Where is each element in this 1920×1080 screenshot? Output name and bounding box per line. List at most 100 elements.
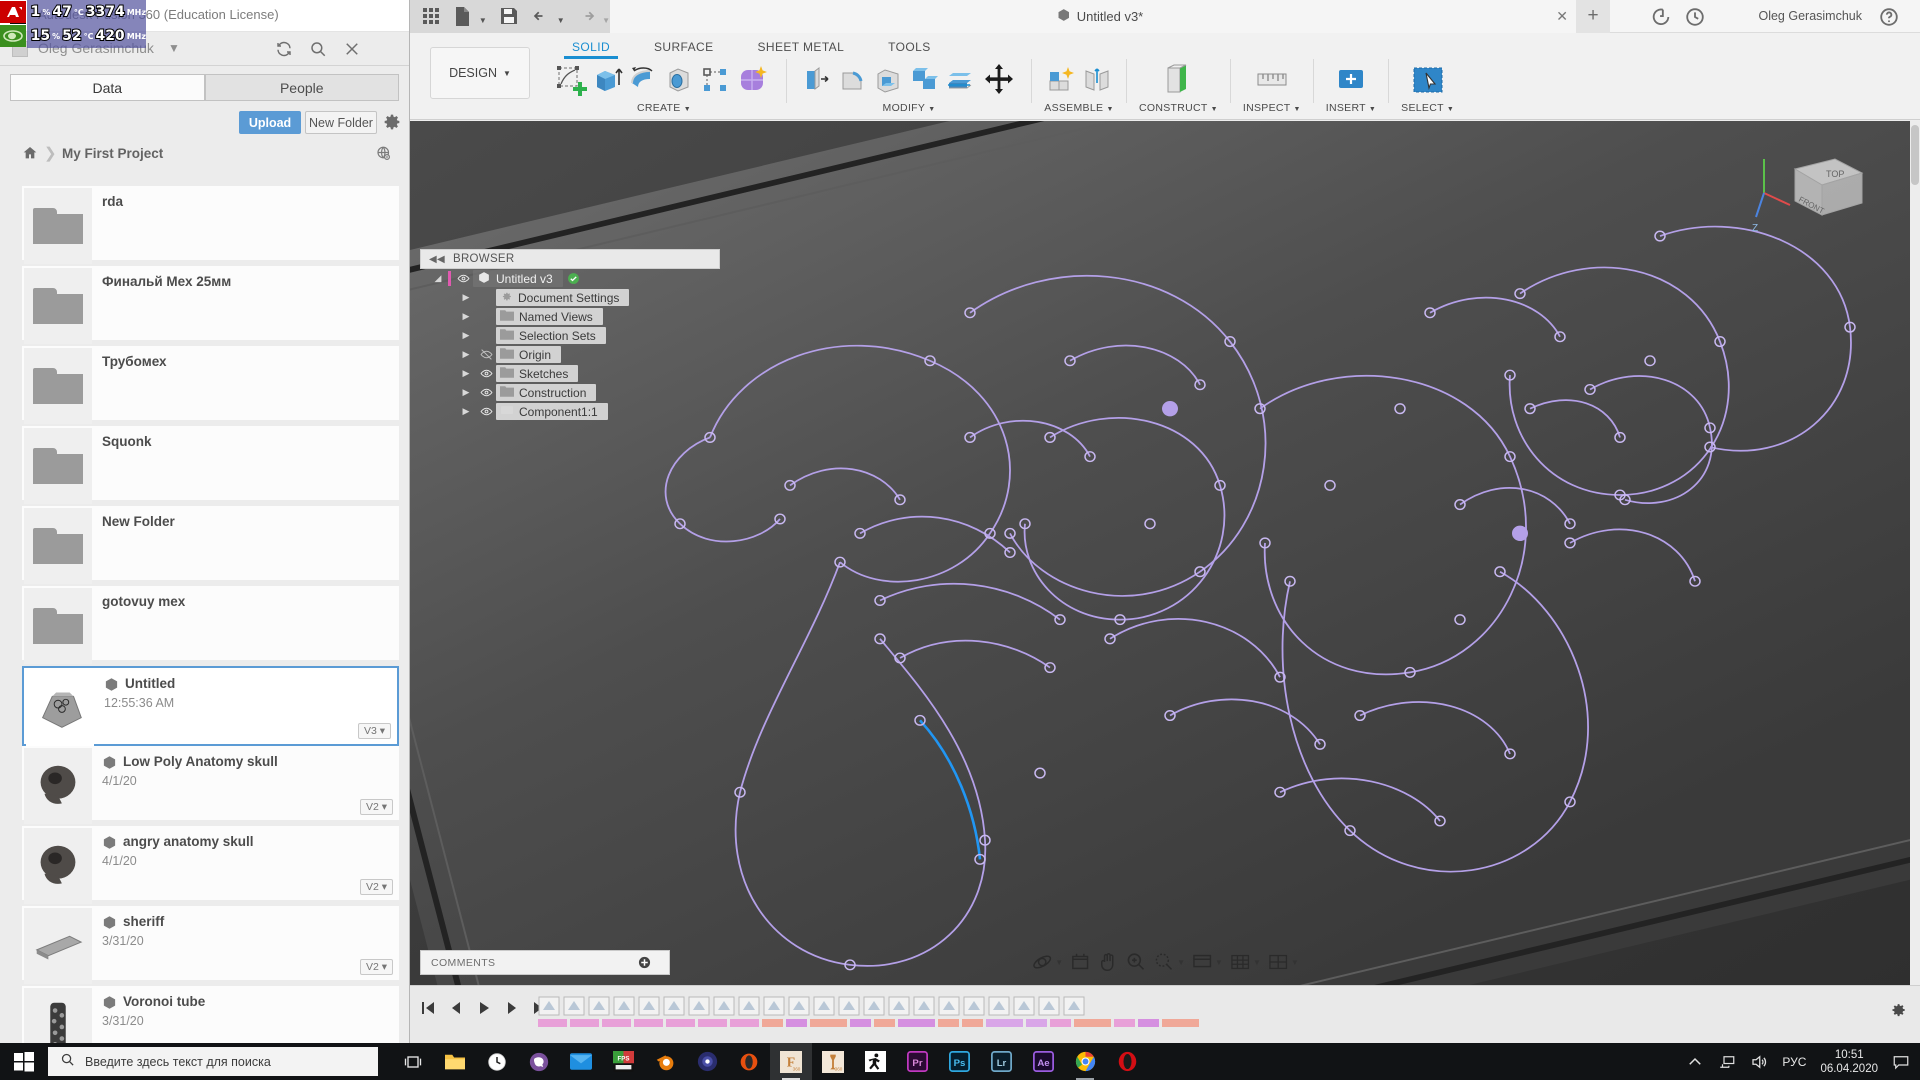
data-panel-file-list[interactable]: rda Финальй Мех 25мм Трубомех Squonk New Fol… xyxy=(22,186,399,1043)
timeline-segment[interactable] xyxy=(786,1019,807,1027)
design-list-item[interactable]: angry anatomy skull 4/1/20 V2 ▾ xyxy=(22,826,399,906)
zoom-window-icon[interactable] xyxy=(1153,951,1175,973)
ribbon-group-label-insert[interactable]: INSERT ▼ xyxy=(1326,102,1376,114)
lightroom-icon[interactable]: Lr xyxy=(980,1043,1022,1080)
insert-mcmaster-icon[interactable] xyxy=(1331,60,1371,100)
folder-list-item[interactable]: Трубомех xyxy=(22,346,399,426)
viewports-dropdown-caret-icon[interactable]: ▼ xyxy=(1291,958,1299,967)
grid-dropdown-caret-icon[interactable]: ▼ xyxy=(1253,958,1261,967)
version-badge[interactable]: V2 ▾ xyxy=(359,879,393,895)
timeline-segment[interactable] xyxy=(874,1019,895,1027)
play-icon[interactable] xyxy=(476,1000,492,1016)
timeline-segment[interactable] xyxy=(602,1019,631,1027)
timeline-segment[interactable] xyxy=(730,1019,759,1027)
new-component-icon[interactable] xyxy=(1044,63,1078,97)
meshmixer-icon[interactable]: 360 xyxy=(812,1043,854,1080)
new-file-dropdown-caret-icon[interactable]: ▼ xyxy=(479,16,487,25)
browser-node-label[interactable]: Origin xyxy=(496,346,562,363)
display-settings-icon[interactable] xyxy=(1191,951,1213,973)
browser-node-label[interactable]: Component1:1 xyxy=(496,403,608,420)
breadcrumb-current[interactable]: My First Project xyxy=(62,146,163,161)
timeline-segment[interactable] xyxy=(850,1019,871,1027)
zoom-dropdown-caret-icon[interactable]: ▼ xyxy=(1177,958,1185,967)
timeline-feature-node[interactable] xyxy=(863,996,885,1016)
skip-start-icon[interactable] xyxy=(420,1000,436,1016)
timeline-segment[interactable] xyxy=(1074,1019,1111,1027)
new-folder-button[interactable]: New Folder xyxy=(305,111,377,134)
clock[interactable]: 10:51 06.04.2020 xyxy=(1820,1048,1878,1076)
undo-icon[interactable] xyxy=(532,7,551,27)
expand-collapse-icon[interactable]: ◢ xyxy=(428,273,448,284)
ribbon-group-label-select[interactable]: SELECT ▼ xyxy=(1401,102,1454,114)
design-list-item[interactable]: Untitled 12:55:36 AM V3 ▾ xyxy=(22,666,399,746)
split-face-icon[interactable] xyxy=(943,63,977,97)
ribbon-tab-sheet-metal[interactable]: SHEET METAL xyxy=(736,37,867,58)
timeline-feature-node[interactable] xyxy=(538,996,560,1016)
timeline-feature-node[interactable] xyxy=(813,996,835,1016)
measure-icon[interactable] xyxy=(1252,60,1292,100)
design-list-item[interactable]: Low Poly Anatomy skull 4/1/20 V2 ▾ xyxy=(22,746,399,826)
orbit-dropdown-caret-icon[interactable]: ▼ xyxy=(1055,958,1063,967)
timeline-feature-node[interactable] xyxy=(963,996,985,1016)
timeline-feature-node[interactable] xyxy=(588,996,610,1016)
timeline-feature-node[interactable] xyxy=(663,996,685,1016)
timeline-segment[interactable] xyxy=(810,1019,847,1027)
timeline-segment[interactable] xyxy=(570,1019,599,1027)
timeline-feature-node[interactable] xyxy=(938,996,960,1016)
timeline-segment[interactable] xyxy=(1138,1019,1159,1027)
version-badge[interactable]: V2 ▾ xyxy=(359,799,393,815)
tab-data[interactable]: Data xyxy=(10,74,205,101)
folder-list-item[interactable]: rda xyxy=(22,186,399,266)
timeline-feature-node[interactable] xyxy=(888,996,910,1016)
folder-list-item[interactable]: gotovuy mex xyxy=(22,586,399,666)
folder-list-item[interactable]: Финальй Мех 25мм xyxy=(22,266,399,346)
expand-arrow-icon[interactable]: ▶ xyxy=(456,292,476,303)
eye-icon[interactable] xyxy=(476,367,496,380)
search-icon[interactable] xyxy=(307,38,329,60)
timeline-feature-node[interactable] xyxy=(1063,996,1085,1016)
create-sketch-icon[interactable] xyxy=(554,63,588,97)
help-icon[interactable] xyxy=(1878,6,1900,28)
browser-node-label[interactable]: Sketches xyxy=(496,365,579,382)
globe-icon[interactable] xyxy=(375,145,393,168)
comments-panel[interactable]: COMMENTS xyxy=(420,950,670,975)
check-icon[interactable] xyxy=(567,272,580,285)
browser-node-label[interactable]: Untitled v3 xyxy=(473,270,563,287)
viewport-3d[interactable]: ◀◀ BROWSER ◢ Untitled v3 ▶ Document Setting… xyxy=(410,121,1920,985)
timeline-feature-node[interactable] xyxy=(988,996,1010,1016)
timeline-feature-node[interactable] xyxy=(1013,996,1035,1016)
timeline-segment[interactable] xyxy=(898,1019,935,1027)
language-indicator[interactable]: РУС xyxy=(1782,1055,1806,1069)
chevron-up-icon[interactable] xyxy=(1686,1053,1704,1071)
timeline-feature-node[interactable] xyxy=(788,996,810,1016)
eye-icon[interactable] xyxy=(476,405,496,418)
browser-tree-node[interactable]: ◢ Untitled v3 xyxy=(420,269,720,288)
ribbon-group-label-assemble[interactable]: ASSEMBLE ▼ xyxy=(1044,102,1113,114)
viewports-icon[interactable] xyxy=(1267,951,1289,973)
version-badge[interactable]: V3 ▾ xyxy=(357,723,391,739)
search-input[interactable]: Введите здесь текст для поиска xyxy=(48,1047,378,1076)
timeline-feature-node[interactable] xyxy=(738,996,760,1016)
press-pull-icon[interactable] xyxy=(799,63,833,97)
zoom-icon[interactable] xyxy=(1125,951,1147,973)
combine-icon[interactable] xyxy=(907,63,941,97)
clock-app-icon[interactable] xyxy=(476,1043,518,1080)
fusion-user-name[interactable]: Oleg Gerasimchuk xyxy=(1758,9,1862,23)
step-forward-icon[interactable] xyxy=(504,1000,520,1016)
browser-node-label[interactable]: Named Views xyxy=(496,308,603,325)
workspace-selector[interactable]: DESIGN ▼ xyxy=(430,47,530,99)
expand-arrow-icon[interactable]: ▶ xyxy=(456,311,476,322)
job-status-icon[interactable] xyxy=(1650,6,1672,28)
redo-icon[interactable] xyxy=(578,7,597,27)
expand-arrow-icon[interactable]: ▶ xyxy=(456,349,476,360)
redo-dropdown-caret-icon[interactable]: ▼ xyxy=(602,16,610,25)
windows-start-icon[interactable] xyxy=(0,1043,48,1080)
new-tab-button[interactable]: + xyxy=(1576,0,1610,33)
viber-icon[interactable] xyxy=(518,1043,560,1080)
pattern-icon[interactable] xyxy=(698,63,732,97)
after-effects-icon[interactable]: Ae xyxy=(1022,1043,1064,1080)
cura-icon[interactable] xyxy=(686,1043,728,1080)
collapse-left-icon[interactable]: ◀◀ xyxy=(429,254,445,265)
recent-icon[interactable] xyxy=(1684,6,1706,28)
chrome-icon[interactable] xyxy=(1064,1043,1106,1080)
